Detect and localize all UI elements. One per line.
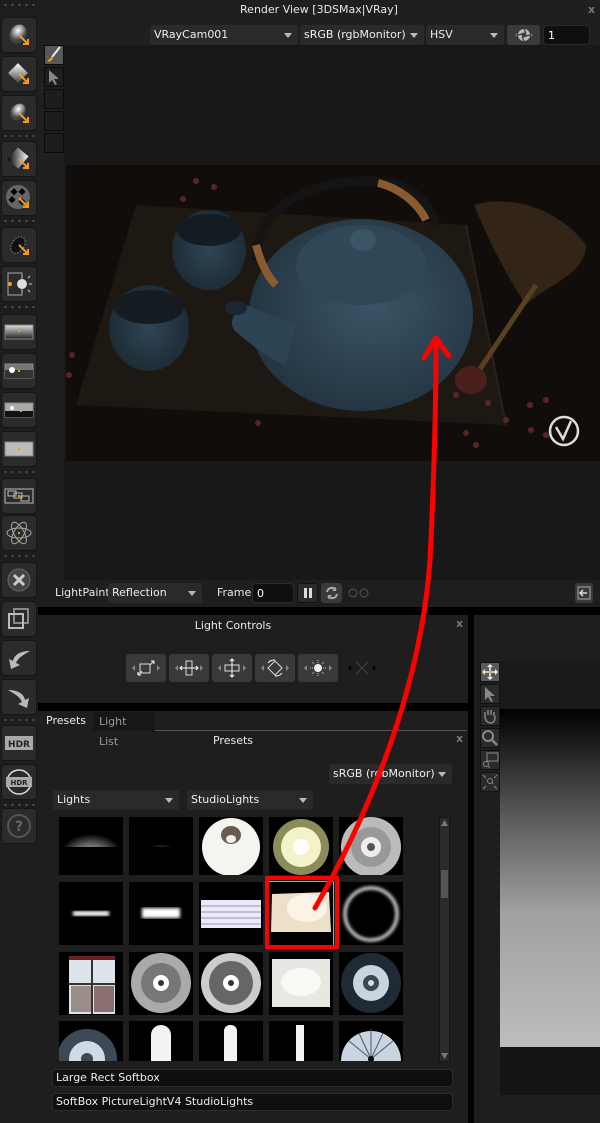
- annotation-arrow-line: [312, 337, 439, 911]
- selection-highlight-box: [265, 876, 339, 949]
- annotation-arrow: [312, 335, 452, 911]
